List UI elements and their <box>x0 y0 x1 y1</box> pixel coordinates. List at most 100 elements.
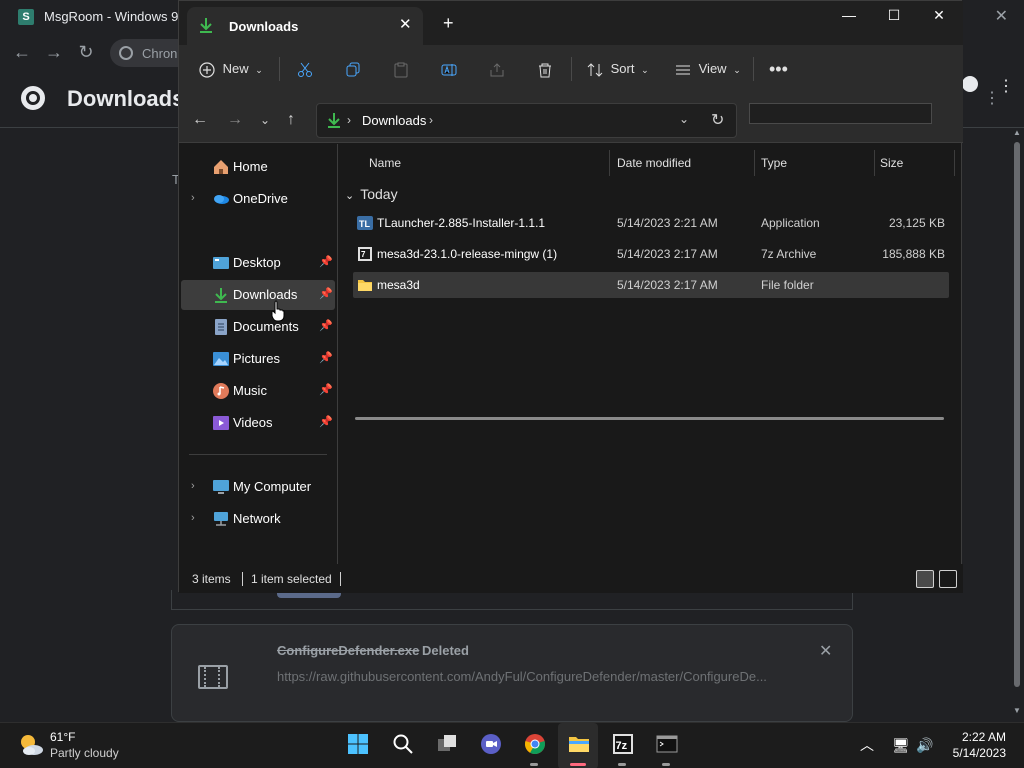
task-view-button[interactable] <box>426 723 466 768</box>
sidebar-item-downloads[interactable]: Downloads 📌 <box>181 280 335 310</box>
new-button[interactable]: New ⌄ <box>199 57 263 81</box>
breadcrumb[interactable]: Downloads <box>362 113 426 128</box>
weather-description[interactable]: Partly cloudy <box>50 746 119 760</box>
pin-icon[interactable]: 📌 <box>319 415 333 428</box>
sidebar-item-home[interactable]: Home <box>181 152 335 182</box>
collapse-chevron-icon[interactable]: ⌄ <box>345 190 354 202</box>
chevron-right-icon[interactable]: › <box>429 113 433 127</box>
pin-icon[interactable]: 📌 <box>319 255 333 268</box>
close-tab-icon[interactable]: ✕ <box>399 15 412 33</box>
column-divider[interactable] <box>954 150 955 176</box>
reload-icon[interactable]: ↻ <box>74 40 98 64</box>
copy-button[interactable] <box>345 57 361 81</box>
file-list-pane: Name Date modified Type Size ⌄ Today TL T… <box>339 144 961 564</box>
downloads-menu-icon[interactable]: ⋮ <box>984 88 1000 108</box>
sidebar-item-my-computer[interactable]: › My Computer <box>181 472 335 502</box>
clock-time[interactable]: 2:22 AM <box>950 730 1006 744</box>
scroll-thumb[interactable] <box>1014 142 1020 687</box>
expand-chevron-icon[interactable]: › <box>191 192 195 204</box>
pin-icon[interactable]: 📌 <box>319 319 333 332</box>
tab-downloads[interactable]: Downloads ✕ <box>187 7 423 45</box>
back-arrow-icon[interactable]: ← <box>192 111 208 129</box>
download-filename[interactable]: ConfigureDefender.exe <box>277 643 419 658</box>
search-input[interactable] <box>749 103 932 124</box>
show-hidden-icons-icon[interactable]: ︿ <box>860 735 874 755</box>
paste-button[interactable] <box>393 57 409 81</box>
network-tray-icon[interactable]: 🖥 <box>892 737 910 754</box>
sidebar-item-videos[interactable]: Videos 📌 <box>181 408 335 438</box>
cut-button[interactable] <box>297 57 313 81</box>
clock-date[interactable]: 5/14/2023 <box>940 746 1006 760</box>
more-options-icon[interactable]: ••• <box>769 57 788 81</box>
file-row[interactable]: 7 mesa3d-23.1.0-release-mingw (1) 5/14/2… <box>353 241 949 267</box>
column-divider[interactable] <box>609 150 610 176</box>
forward-arrow-icon[interactable]: → <box>42 40 66 64</box>
pane-splitter[interactable] <box>337 144 338 564</box>
expand-chevron-icon[interactable]: › <box>191 480 195 492</box>
remove-download-icon[interactable]: ✕ <box>819 641 832 661</box>
view-button[interactable]: View ⌄ <box>675 57 741 81</box>
status-divider <box>242 572 243 586</box>
taskbar-terminal[interactable] <box>646 723 686 768</box>
scissors-icon <box>298 62 312 77</box>
rename-button[interactable] <box>441 57 457 81</box>
download-icon <box>328 113 340 128</box>
share-icon <box>490 62 504 77</box>
pin-icon[interactable]: 📌 <box>319 287 333 300</box>
expand-chevron-icon[interactable]: › <box>191 512 195 524</box>
pin-icon[interactable]: 📌 <box>319 383 333 396</box>
volume-icon[interactable]: 🔊 <box>916 737 933 754</box>
taskbar-7zip[interactable]: 7z <box>602 723 642 768</box>
scroll-up-icon[interactable]: ▲ <box>1013 128 1021 137</box>
rename-icon <box>441 63 457 76</box>
new-tab-icon[interactable]: + <box>443 13 454 34</box>
start-button[interactable] <box>337 723 377 768</box>
maximize-button[interactable]: ☐ <box>879 7 909 27</box>
file-row[interactable]: TL TLauncher-2.885-Installer-1.1.1 5/14/… <box>353 210 949 236</box>
address-field[interactable]: › Downloads › ⌄ ↻ <box>316 103 737 138</box>
download-url[interactable]: https://raw.githubusercontent.com/AndyFu… <box>277 669 777 684</box>
column-header-name[interactable]: Name <box>369 156 401 170</box>
column-header-date[interactable]: Date modified <box>617 156 691 170</box>
delete-button[interactable] <box>537 57 553 81</box>
taskbar-file-explorer[interactable] <box>558 723 598 768</box>
share-button[interactable] <box>489 57 505 81</box>
chrome-scrollbar[interactable]: ▲ ▼ <box>1010 128 1024 722</box>
details-view-icon[interactable] <box>916 570 934 588</box>
sort-button[interactable]: Sort ⌄ <box>587 57 649 81</box>
taskbar-chrome[interactable] <box>514 723 554 768</box>
refresh-icon[interactable]: ↻ <box>711 110 724 130</box>
sidebar-item-onedrive[interactable]: › OneDrive <box>181 184 335 214</box>
close-button[interactable]: ✕ <box>924 7 954 27</box>
tiles-view-icon[interactable] <box>939 570 957 588</box>
chevron-right-icon[interactable]: › <box>347 113 351 127</box>
pin-icon[interactable]: 📌 <box>319 351 333 364</box>
sidebar-item-pictures[interactable]: Pictures 📌 <box>181 344 335 374</box>
weather-partly-cloudy-icon[interactable] <box>17 731 45 759</box>
horizontal-scrollbar[interactable] <box>355 417 944 420</box>
column-divider[interactable] <box>874 150 875 176</box>
sidebar-item-documents[interactable]: Documents 📌 <box>181 312 335 342</box>
file-date: 5/14/2023 2:17 AM <box>617 278 718 292</box>
column-header-type[interactable]: Type <box>761 156 787 170</box>
sidebar-item-music[interactable]: Music 📌 <box>181 376 335 406</box>
scroll-down-icon[interactable]: ▼ <box>1013 706 1021 715</box>
sort-label: Sort <box>610 61 635 76</box>
chat-button[interactable] <box>470 723 510 768</box>
minimize-button[interactable]: — <box>834 7 864 27</box>
weather-temp[interactable]: 61°F <box>50 730 75 744</box>
column-header-size[interactable]: Size <box>880 156 903 170</box>
recent-locations-icon[interactable]: ⌄ <box>260 113 270 127</box>
file-row-selected[interactable]: mesa3d 5/14/2023 2:17 AM File folder <box>353 272 949 298</box>
sidebar-label: Network <box>233 511 281 526</box>
sidebar-item-network[interactable]: › Network <box>181 504 335 534</box>
forward-arrow-icon[interactable]: → <box>227 111 243 129</box>
up-arrow-icon[interactable]: ↑ <box>287 111 295 129</box>
chrome-close-button[interactable]: ✕ <box>995 6 1008 26</box>
address-dropdown-icon[interactable]: ⌄ <box>679 112 689 126</box>
sidebar-item-desktop[interactable]: Desktop 📌 <box>181 248 335 278</box>
group-header-today[interactable]: ⌄ Today <box>345 186 398 202</box>
search-button[interactable] <box>382 723 422 768</box>
back-arrow-icon[interactable]: ← <box>10 40 34 64</box>
column-divider[interactable] <box>754 150 755 176</box>
